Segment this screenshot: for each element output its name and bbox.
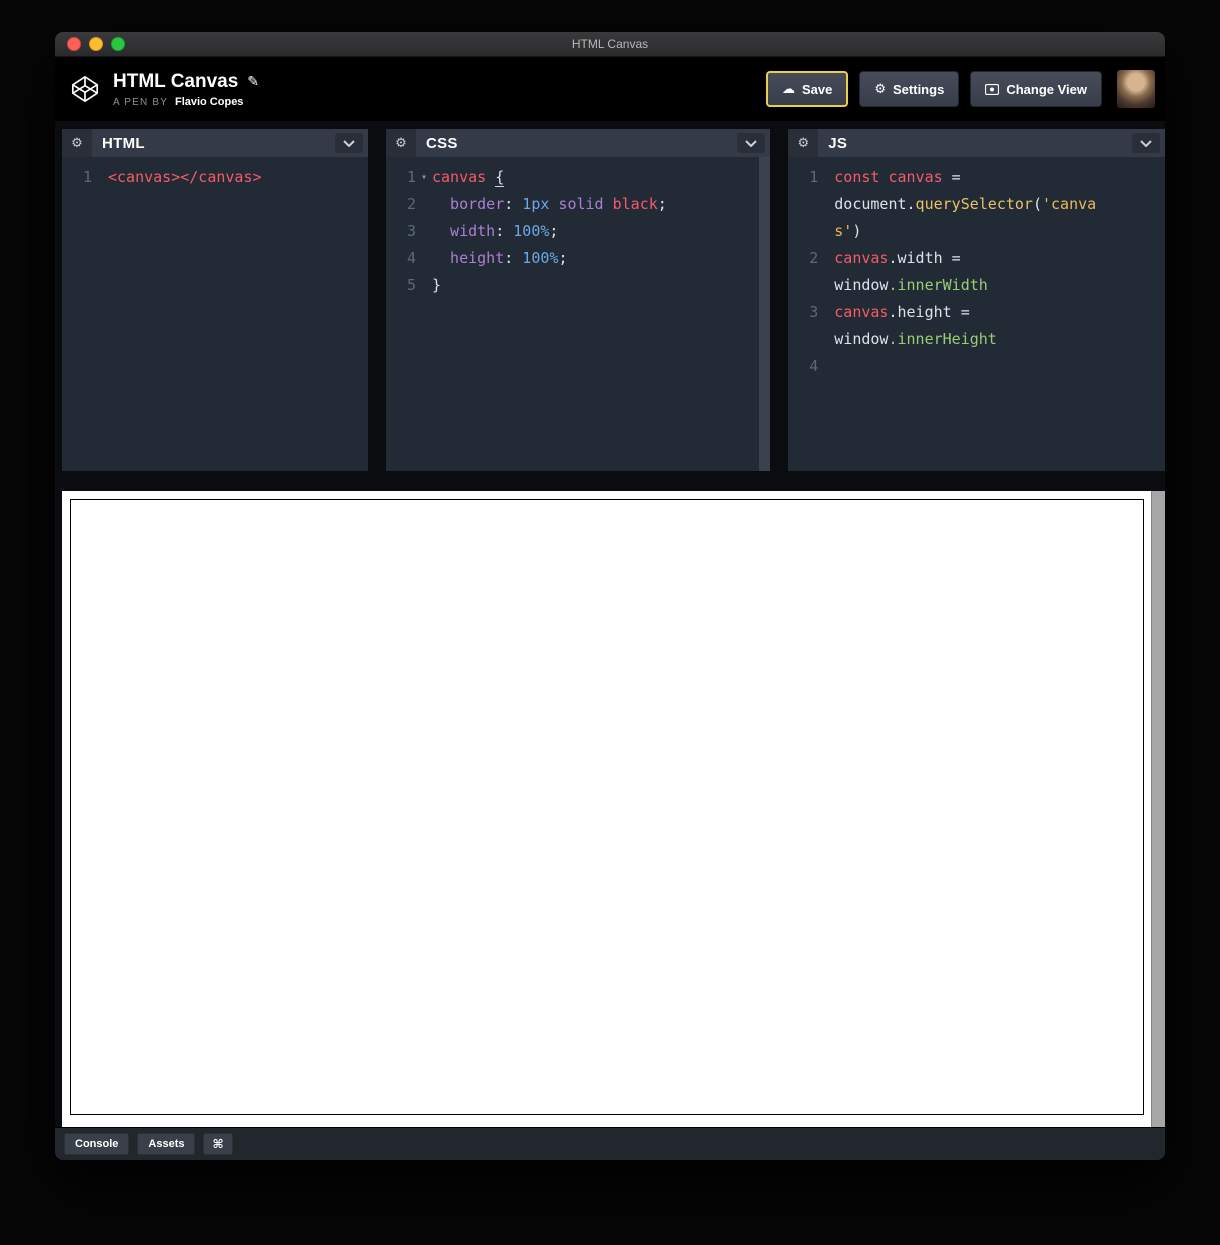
css-panel-title: CSS — [426, 135, 458, 152]
code-line: window.innerHeight — [788, 326, 1165, 353]
header-left: HTML Canvas ✎ A PEN BY Flavio Copes — [69, 71, 259, 108]
canvas-element[interactable] — [70, 499, 1144, 1115]
app-header: HTML Canvas ✎ A PEN BY Flavio Copes ☁ Sa… — [55, 57, 1165, 121]
gear-icon[interactable]: ⚙ — [386, 129, 416, 157]
byline: A PEN BY Flavio Copes — [113, 96, 259, 108]
settings-button[interactable]: ⚙ Settings — [859, 71, 959, 107]
code-line: 2 border: 1px solid black; — [386, 191, 770, 218]
footer-bar: Console Assets ⌘ — [55, 1127, 1165, 1160]
change-view-label: Change View — [1006, 82, 1087, 97]
window-title: HTML Canvas — [572, 37, 648, 51]
js-code-area[interactable]: 1const canvas =document.querySelector('c… — [788, 157, 1165, 471]
js-editor-panel: ⚙ JS 1const canvas =document.querySelect… — [788, 129, 1165, 471]
pencil-icon[interactable]: ✎ — [247, 73, 259, 90]
gear-icon[interactable]: ⚙ — [788, 129, 818, 157]
close-button[interactable] — [67, 37, 81, 51]
screenshot-stage: HTML Canvas HTML Canvas ✎ A PEN BY — [0, 0, 1220, 1245]
chevron-down-icon[interactable] — [335, 133, 363, 153]
code-line: 5} — [386, 272, 770, 299]
traffic-lights — [67, 32, 125, 56]
byline-prefix: A PEN BY — [113, 97, 168, 108]
zoom-button[interactable] — [111, 37, 125, 51]
chevron-down-icon[interactable] — [737, 133, 765, 153]
console-button[interactable]: Console — [64, 1133, 129, 1155]
assets-button[interactable]: Assets — [137, 1133, 195, 1155]
change-view-button[interactable]: Change View — [970, 71, 1102, 107]
css-editor-panel: ⚙ CSS 1▾canvas {2 border: 1px solid blac… — [386, 129, 770, 471]
header-actions: ☁ Save ⚙ Settings Change View — [766, 70, 1155, 108]
gear-glyph: ⚙ — [71, 136, 83, 151]
codepen-logo-icon — [69, 73, 101, 105]
gear-glyph: ⚙ — [395, 136, 407, 151]
code-line: 1<canvas></canvas> — [62, 164, 368, 191]
html-code-area[interactable]: 1<canvas></canvas> — [62, 157, 368, 471]
css-code-area[interactable]: 1▾canvas {2 border: 1px solid black;3 wi… — [386, 157, 770, 471]
editor-scrollbar[interactable] — [759, 157, 770, 471]
save-button[interactable]: ☁ Save — [766, 71, 848, 107]
code-line: 4 — [788, 353, 1165, 380]
code-line: 1const canvas = — [788, 164, 1165, 191]
code-line: 4 height: 100%; — [386, 245, 770, 272]
code-line: 3 width: 100%; — [386, 218, 770, 245]
editor-row: ⚙ HTML 1<canvas></canvas> ⚙ CSS — [55, 129, 1165, 471]
change-view-icon — [985, 84, 999, 95]
macos-window: HTML Canvas HTML Canvas ✎ A PEN BY — [55, 32, 1165, 1160]
gear-icon[interactable]: ⚙ — [62, 129, 92, 157]
settings-label: Settings — [893, 82, 944, 97]
save-label: Save — [802, 82, 832, 97]
cloud-icon: ☁ — [782, 82, 795, 97]
js-panel-header: ⚙ JS — [788, 129, 1165, 157]
code-line: window.innerWidth — [788, 272, 1165, 299]
command-key-button[interactable]: ⌘ — [203, 1133, 232, 1155]
pen-title: HTML Canvas — [113, 71, 238, 93]
gear-glyph: ⚙ — [797, 136, 809, 151]
preview-page[interactable] — [62, 491, 1165, 1127]
html-panel-title: HTML — [102, 135, 145, 152]
html-panel-header: ⚙ HTML — [62, 129, 368, 157]
code-line: s') — [788, 218, 1165, 245]
code-line: 3canvas.height = — [788, 299, 1165, 326]
code-line: 2canvas.width = — [788, 245, 1165, 272]
minimize-button[interactable] — [89, 37, 103, 51]
gear-icon: ⚙ — [874, 82, 886, 97]
preview-pane — [55, 491, 1165, 1127]
code-line: 1▾canvas { — [386, 164, 770, 191]
preview-scrollbar[interactable] — [1151, 491, 1165, 1127]
js-panel-title: JS — [828, 135, 847, 152]
pen-title-block: HTML Canvas ✎ A PEN BY Flavio Copes — [113, 71, 259, 108]
html-editor-panel: ⚙ HTML 1<canvas></canvas> — [62, 129, 368, 471]
author-link[interactable]: Flavio Copes — [175, 96, 243, 108]
avatar[interactable] — [1117, 70, 1155, 108]
code-line: document.querySelector('canva — [788, 191, 1165, 218]
css-panel-header: ⚙ CSS — [386, 129, 770, 157]
window-titlebar: HTML Canvas — [55, 32, 1165, 57]
chevron-down-icon[interactable] — [1132, 133, 1160, 153]
